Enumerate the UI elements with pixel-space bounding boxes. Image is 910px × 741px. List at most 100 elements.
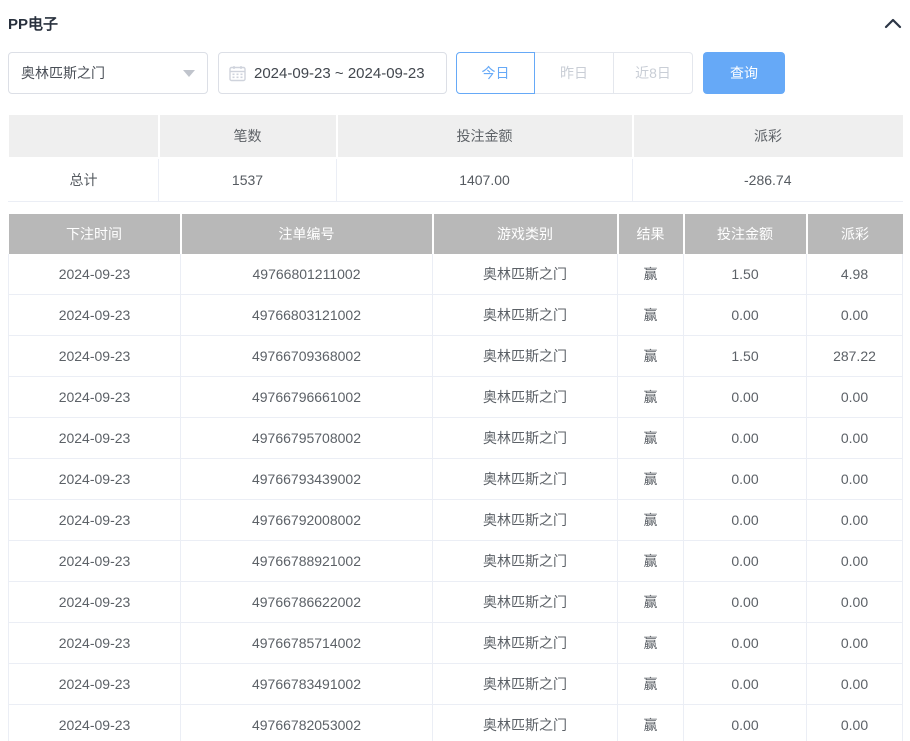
- cell-game-type: 奥林匹斯之门: [433, 377, 618, 418]
- cell-order-id: 49766803121002: [181, 295, 433, 336]
- cell-game-type: 奥林匹斯之门: [433, 623, 618, 664]
- records-header-bet-amount: 投注金额: [684, 214, 807, 254]
- table-row: 2024-09-2349766795708002奥林匹斯之门赢0.000.00: [9, 418, 903, 459]
- records-header-payout: 派彩: [807, 214, 903, 254]
- filter-bar: 奥林匹斯之门 2024-09-23 ~ 2024-09-23: [8, 52, 902, 94]
- cell-game-type: 奥林匹斯之门: [433, 664, 618, 705]
- table-row: 2024-09-2349766785714002奥林匹斯之门赢0.000.00: [9, 623, 903, 664]
- cell-result: 赢: [618, 582, 684, 623]
- game-select-value: 奥林匹斯之门: [21, 63, 105, 83]
- summary-header-count: 笔数: [159, 115, 337, 158]
- cell-payout: 0.00: [807, 705, 903, 741]
- cell-bet-amount: 1.50: [684, 254, 807, 295]
- cell-order-id: 49766796661002: [181, 377, 433, 418]
- cell-payout: 0.00: [807, 664, 903, 705]
- table-row: 2024-09-2349766786622002奥林匹斯之门赢0.000.00: [9, 582, 903, 623]
- table-row: 2024-09-2349766793439002奥林匹斯之门赢0.000.00: [9, 459, 903, 500]
- today-button[interactable]: 今日: [456, 52, 535, 94]
- cell-order-id: 49766783491002: [181, 664, 433, 705]
- cell-order-id: 49766801211002: [181, 254, 433, 295]
- cell-payout: 0.00: [807, 295, 903, 336]
- cell-bet-time: 2024-09-23: [9, 418, 181, 459]
- cell-result: 赢: [618, 664, 684, 705]
- cell-payout: 0.00: [807, 623, 903, 664]
- chevron-down-icon: [183, 70, 195, 77]
- cell-bet-time: 2024-09-23: [9, 459, 181, 500]
- cell-result: 赢: [618, 459, 684, 500]
- cell-bet-time: 2024-09-23: [9, 623, 181, 664]
- summary-total-label: 总计: [9, 158, 159, 202]
- cell-order-id: 49766782053002: [181, 705, 433, 741]
- table-row: 2024-09-2349766796661002奥林匹斯之门赢0.000.00: [9, 377, 903, 418]
- cell-result: 赢: [618, 295, 684, 336]
- cell-result: 赢: [618, 623, 684, 664]
- yesterday-button[interactable]: 昨日: [535, 52, 614, 94]
- cell-order-id: 49766793439002: [181, 459, 433, 500]
- records-header-game-type: 游戏类别: [433, 214, 618, 254]
- cell-payout: 287.22: [807, 336, 903, 377]
- table-row: 2024-09-2349766788921002奥林匹斯之门赢0.000.00: [9, 541, 903, 582]
- cell-bet-amount: 0.00: [684, 541, 807, 582]
- page-title: PP电子: [8, 13, 58, 34]
- cell-bet-time: 2024-09-23: [9, 705, 181, 741]
- cell-game-type: 奥林匹斯之门: [433, 254, 618, 295]
- summary-header-blank: [9, 115, 159, 158]
- cell-result: 赢: [618, 418, 684, 459]
- cell-result: 赢: [618, 336, 684, 377]
- cell-bet-time: 2024-09-23: [9, 500, 181, 541]
- cell-payout: 0.00: [807, 377, 903, 418]
- cell-bet-time: 2024-09-23: [9, 541, 181, 582]
- cell-order-id: 49766709368002: [181, 336, 433, 377]
- game-select[interactable]: 奥林匹斯之门: [8, 52, 208, 94]
- summary-table: 笔数 投注金额 派彩 总计 1537 1407.00 -286.74: [8, 115, 903, 202]
- cell-game-type: 奥林匹斯之门: [433, 295, 618, 336]
- cell-bet-amount: 0.00: [684, 705, 807, 741]
- date-range-input[interactable]: 2024-09-23 ~ 2024-09-23: [218, 52, 447, 94]
- collapse-button[interactable]: [884, 17, 902, 29]
- cell-game-type: 奥林匹斯之门: [433, 336, 618, 377]
- cell-bet-amount: 0.00: [684, 295, 807, 336]
- cell-bet-amount: 0.00: [684, 418, 807, 459]
- cell-bet-time: 2024-09-23: [9, 377, 181, 418]
- table-row: 2024-09-2349766801211002奥林匹斯之门赢1.504.98: [9, 254, 903, 295]
- query-button[interactable]: 查询: [703, 52, 785, 94]
- cell-result: 赢: [618, 500, 684, 541]
- summary-total-row: 总计 1537 1407.00 -286.74: [9, 158, 903, 202]
- records-header-row: 下注时间 注单编号 游戏类别 结果 投注金额 派彩: [9, 214, 903, 254]
- summary-total-count: 1537: [159, 158, 337, 202]
- table-row: 2024-09-2349766803121002奥林匹斯之门赢0.000.00: [9, 295, 903, 336]
- table-row: 2024-09-2349766782053002奥林匹斯之门赢0.000.00: [9, 705, 903, 741]
- cell-payout: 0.00: [807, 500, 903, 541]
- panel-header: PP电子: [8, 0, 902, 34]
- summary-total-payout: -286.74: [633, 158, 903, 202]
- cell-payout: 0.00: [807, 459, 903, 500]
- cell-bet-amount: 0.00: [684, 582, 807, 623]
- summary-total-bet-amount: 1407.00: [337, 158, 633, 202]
- cell-bet-time: 2024-09-23: [9, 336, 181, 377]
- records-header-bet-time: 下注时间: [9, 214, 181, 254]
- cell-payout: 0.00: [807, 541, 903, 582]
- cell-bet-time: 2024-09-23: [9, 254, 181, 295]
- cell-bet-amount: 0.00: [684, 377, 807, 418]
- records-header-order-id: 注单编号: [181, 214, 433, 254]
- cell-bet-time: 2024-09-23: [9, 295, 181, 336]
- cell-order-id: 49766785714002: [181, 623, 433, 664]
- cell-order-id: 49766795708002: [181, 418, 433, 459]
- cell-payout: 0.00: [807, 418, 903, 459]
- cell-game-type: 奥林匹斯之门: [433, 582, 618, 623]
- records-table: 下注时间 注单编号 游戏类别 结果 投注金额 派彩 2024-09-234976…: [8, 214, 903, 741]
- summary-header-bet-amount: 投注金额: [337, 115, 633, 158]
- cell-payout: 0.00: [807, 582, 903, 623]
- cell-game-type: 奥林匹斯之门: [433, 541, 618, 582]
- cell-game-type: 奥林匹斯之门: [433, 705, 618, 741]
- cell-bet-amount: 0.00: [684, 664, 807, 705]
- summary-header-row: 笔数 投注金额 派彩: [9, 115, 903, 158]
- cell-result: 赢: [618, 377, 684, 418]
- cell-result: 赢: [618, 254, 684, 295]
- cell-order-id: 49766788921002: [181, 541, 433, 582]
- cell-bet-amount: 0.00: [684, 500, 807, 541]
- cell-result: 赢: [618, 705, 684, 741]
- cell-bet-time: 2024-09-23: [9, 582, 181, 623]
- last-8-days-button[interactable]: 近8日: [614, 52, 693, 94]
- cell-game-type: 奥林匹斯之门: [433, 500, 618, 541]
